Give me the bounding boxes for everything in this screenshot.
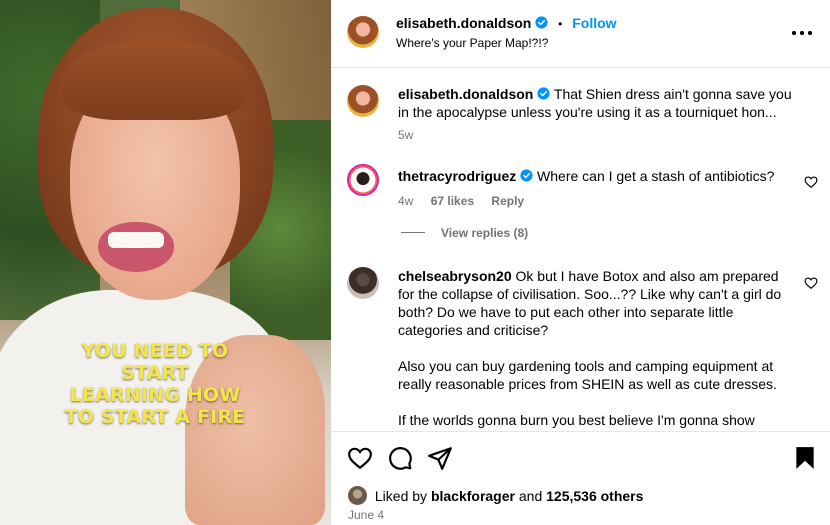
verified-badge-icon — [537, 87, 550, 100]
liked-by: Liked by blackforager and 125,536 others — [348, 486, 643, 505]
commenter-avatar[interactable] — [347, 85, 379, 117]
liked-by-username[interactable]: blackforager — [431, 488, 515, 504]
like-comment-heart-icon[interactable] — [804, 175, 818, 189]
comment-username[interactable]: thetracyrodriguez — [398, 168, 516, 184]
commenter-avatar[interactable] — [347, 164, 379, 196]
more-options-icon[interactable] — [790, 22, 814, 42]
teeth — [108, 232, 164, 248]
comment-meta: 5w — [398, 128, 413, 142]
post-actions-bar: Liked by blackforager and 125,536 others… — [331, 431, 830, 525]
save-bookmark-icon[interactable] — [792, 445, 818, 471]
caption-line: YOU NEED TO START — [81, 340, 229, 384]
comment-likes[interactable]: 67 likes — [431, 194, 474, 208]
verified-badge-icon — [520, 169, 533, 182]
comment-body: Where can I get a stash of antibiotics? — [537, 168, 775, 184]
comment-body-paragraph: Also you can buy gardening tools and cam… — [398, 358, 777, 392]
post-date[interactable]: June 4 — [348, 508, 384, 522]
comment-text: thetracyrodriguez Where can I get a stas… — [398, 167, 798, 185]
reply-button[interactable]: Reply — [491, 194, 524, 208]
verified-badge-icon — [535, 16, 548, 29]
comment-text: chelseabryson20 Ok but I have Botox and … — [398, 267, 798, 429]
commenter-avatar[interactable] — [347, 267, 379, 299]
like-heart-icon[interactable] — [347, 445, 373, 471]
share-paper-plane-icon[interactable] — [427, 445, 453, 471]
caption-line: LEARNING HOW — [69, 384, 241, 406]
comment-time[interactable]: 4w — [398, 194, 413, 208]
like-comment-heart-icon[interactable] — [804, 276, 818, 290]
author-avatar[interactable] — [347, 16, 379, 48]
comment-text: elisabeth.donaldson That Shien dress ain… — [398, 85, 798, 121]
post-video[interactable]: YOU NEED TO START LEARNING HOW TO START … — [0, 0, 331, 525]
comment-body-paragraph: If the worlds gonna burn you best believ… — [398, 412, 755, 428]
author-line: elisabeth.donaldson • Follow — [396, 15, 617, 31]
replies-divider — [401, 232, 425, 233]
comment-bubble-icon[interactable] — [387, 445, 413, 471]
view-replies-label: View replies (8) — [441, 226, 529, 240]
bangs — [62, 40, 247, 120]
post-header: elisabeth.donaldson • Follow Where's you… — [331, 0, 830, 68]
comment-username[interactable]: elisabeth.donaldson — [398, 86, 533, 102]
follow-button[interactable]: Follow — [572, 15, 616, 31]
caption-line: TO START A FIRE — [64, 406, 246, 428]
comments-list[interactable]: elisabeth.donaldson That Shien dress ain… — [331, 69, 830, 431]
post-details-panel: elisabeth.donaldson • Follow Where's you… — [331, 0, 830, 525]
video-caption: YOU NEED TO START LEARNING HOW TO START … — [50, 340, 260, 428]
comment-meta: 4w 67 likes Reply — [398, 194, 524, 208]
liker-avatar[interactable] — [348, 486, 367, 505]
separator-dot: • — [558, 17, 563, 31]
liked-and: and — [518, 488, 543, 504]
post-subtitle: Where's your Paper Map!?!? — [396, 36, 549, 50]
author-username[interactable]: elisabeth.donaldson — [396, 15, 531, 31]
liked-prefix: Liked by — [374, 488, 428, 504]
comment-time[interactable]: 5w — [398, 128, 413, 142]
likes-count[interactable]: 125,536 others — [546, 488, 643, 504]
view-replies-button[interactable]: View replies (8) — [401, 226, 528, 240]
comment-username[interactable]: chelseabryson20 — [398, 268, 512, 284]
